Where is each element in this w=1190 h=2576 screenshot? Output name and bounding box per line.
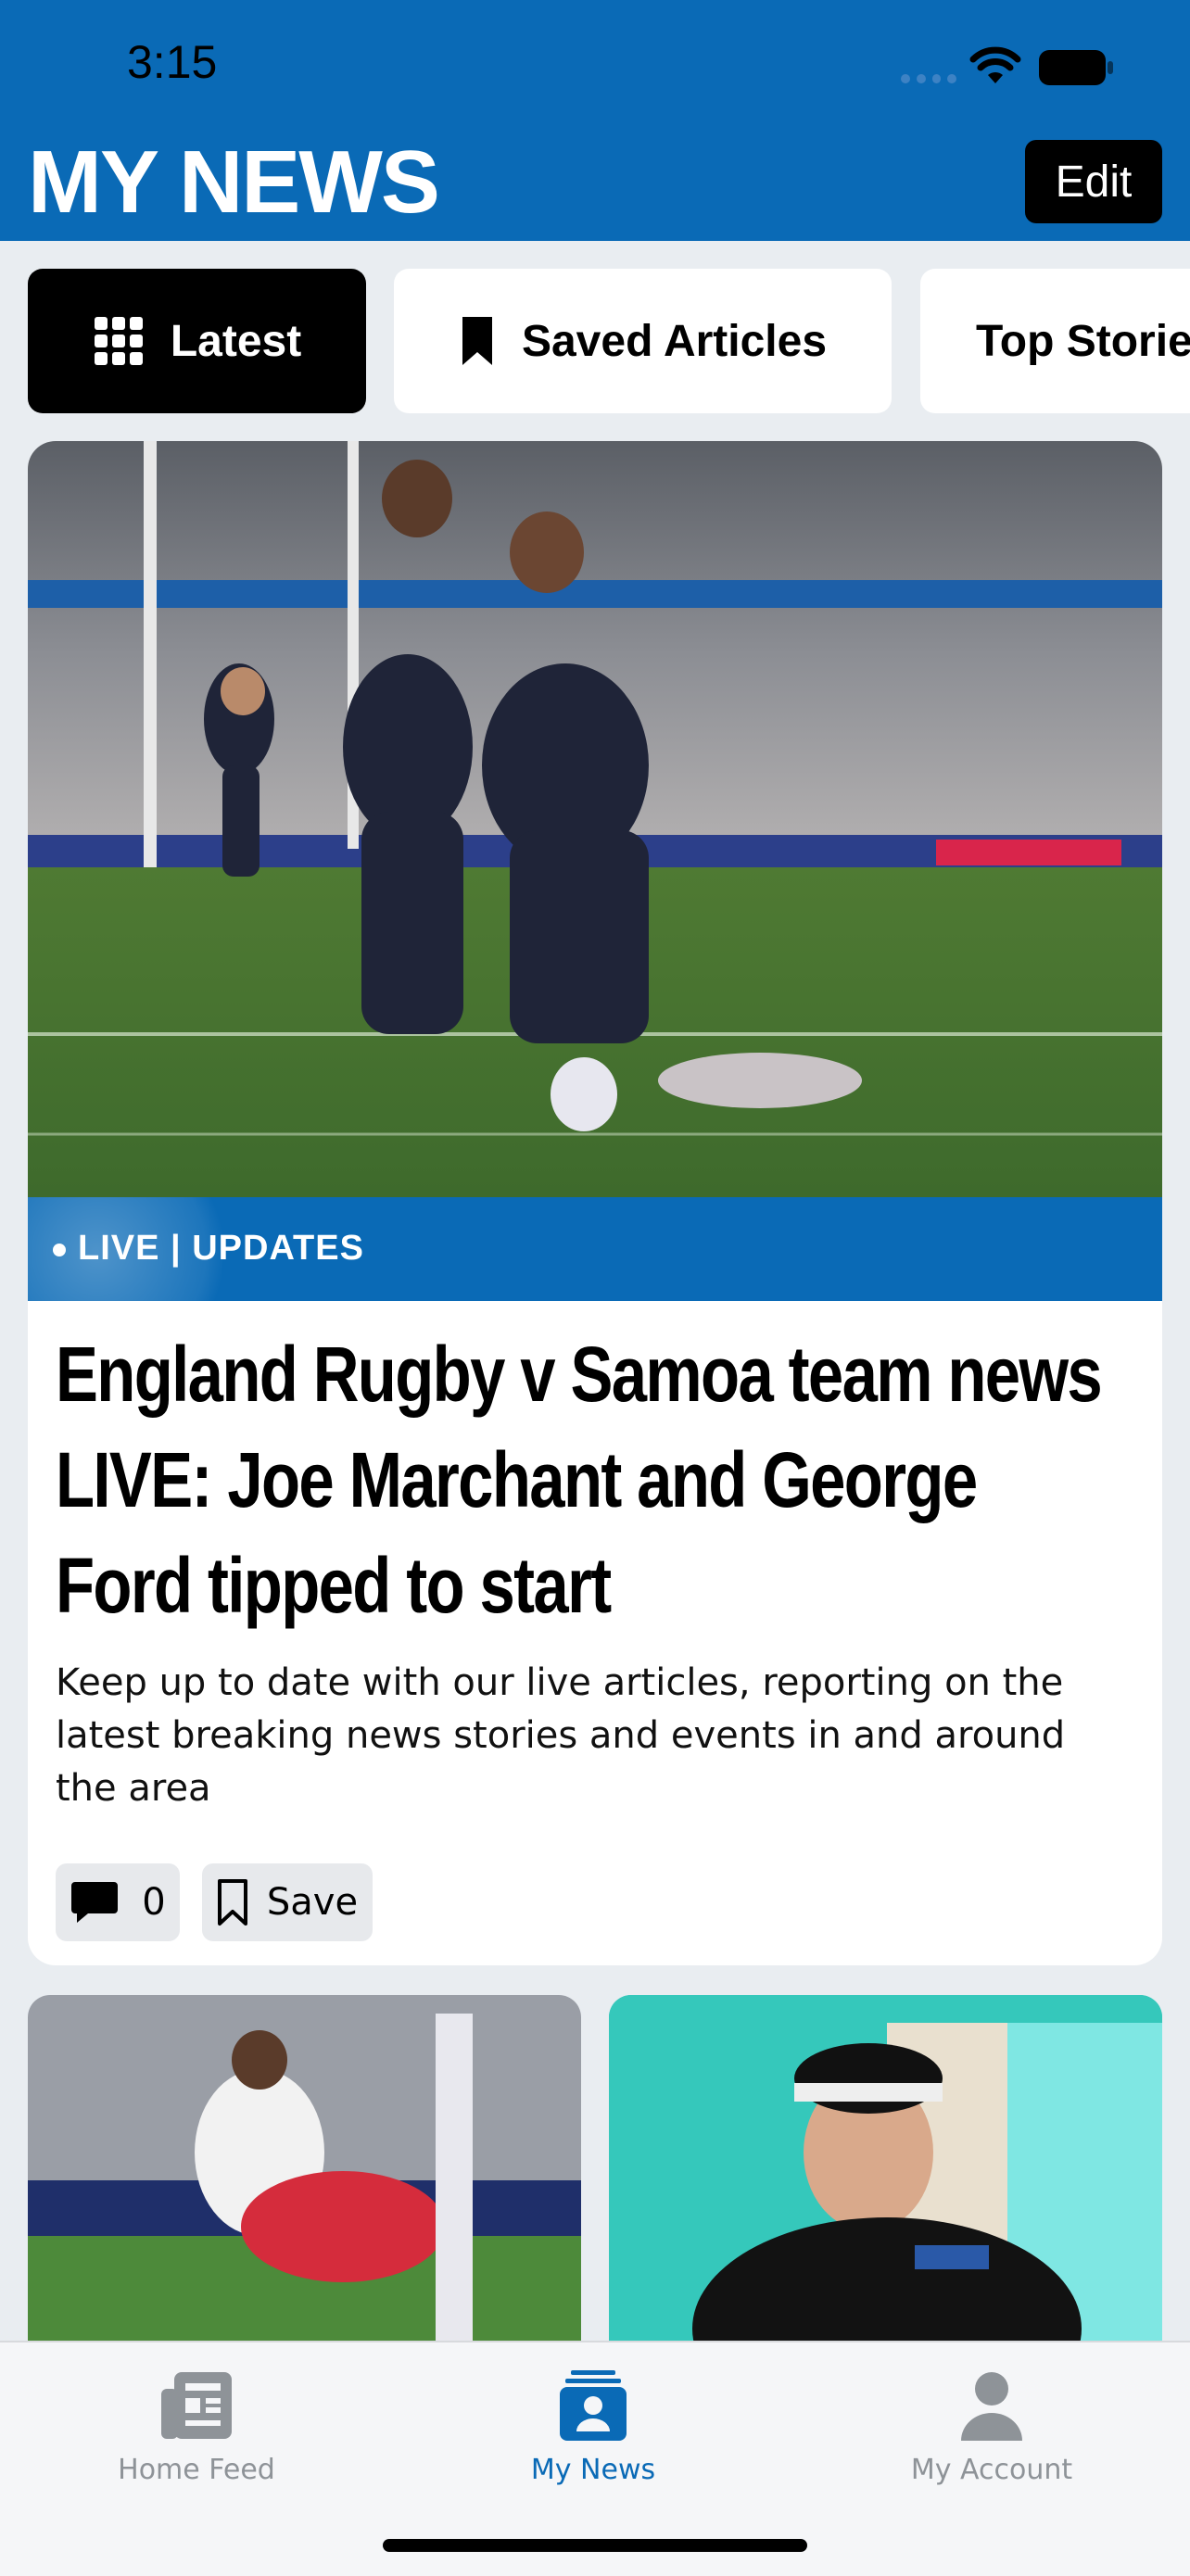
wifi-icon xyxy=(969,46,1021,83)
bookmark-outline-icon xyxy=(217,1879,247,1926)
tabbar-label: My News xyxy=(530,2454,656,2486)
edit-button[interactable]: Edit xyxy=(1025,140,1162,223)
article-thumbnail-police[interactable] xyxy=(609,1995,1162,2347)
home-indicator[interactable] xyxy=(383,2539,807,2552)
save-label: Save xyxy=(266,1881,359,1924)
article-thumbnail-rugby[interactable] xyxy=(28,1995,581,2347)
tab-top-stories[interactable]: Top Stories xyxy=(920,269,1190,413)
tab-label: Saved Articles xyxy=(521,316,828,366)
tab-saved-articles[interactable]: Saved Articles xyxy=(394,269,892,413)
tabbar-label: My Account xyxy=(910,2454,1073,2486)
tab-label: Top Stories xyxy=(976,316,1190,366)
status-time: 3:15 xyxy=(127,36,218,88)
signal-icon xyxy=(901,74,956,83)
app-header: 3:15 MY NEWS Edit xyxy=(0,0,1190,241)
tabbar-label: Home Feed xyxy=(118,2454,275,2486)
category-tabs: Latest Saved Articles Top Stories xyxy=(0,269,1190,413)
rugby-tackle-image xyxy=(28,1995,581,2347)
featured-article-card[interactable]: LIVE | UPDATES England Rugby v Samoa tea… xyxy=(28,441,1162,1965)
tabbar-home-feed[interactable]: Home Feed xyxy=(57,2370,335,2486)
save-article-button[interactable]: Save xyxy=(202,1863,373,1941)
person-icon xyxy=(961,2372,1022,2441)
bookmark-icon xyxy=(462,317,492,365)
comment-count: 0 xyxy=(142,1881,166,1924)
comments-button[interactable]: 0 xyxy=(56,1863,180,1941)
police-officer-image xyxy=(609,1995,1162,2347)
live-dot-icon xyxy=(53,1244,66,1256)
tab-latest[interactable]: Latest xyxy=(28,269,366,413)
newspaper-icon xyxy=(161,2372,232,2439)
grid-icon xyxy=(94,317,143,365)
tabbar-my-news[interactable]: My News xyxy=(454,2370,732,2486)
hero-image xyxy=(28,441,1162,1197)
live-updates-banner: LIVE | UPDATES xyxy=(28,1197,1162,1301)
page-title: MY NEWS xyxy=(28,133,440,232)
live-label: LIVE | UPDATES xyxy=(78,1229,364,1268)
article-headline[interactable]: England Rugby v Samoa team news LIVE: Jo… xyxy=(56,1321,1112,1638)
my-news-icon xyxy=(560,2370,627,2441)
comment-icon xyxy=(71,1882,119,1923)
tabbar-my-account[interactable]: My Account xyxy=(853,2370,1131,2486)
article-summary: Keep up to date with our live articles, … xyxy=(56,1661,1066,1810)
tab-label: Latest xyxy=(170,316,302,366)
battery-icon xyxy=(1039,50,1113,85)
